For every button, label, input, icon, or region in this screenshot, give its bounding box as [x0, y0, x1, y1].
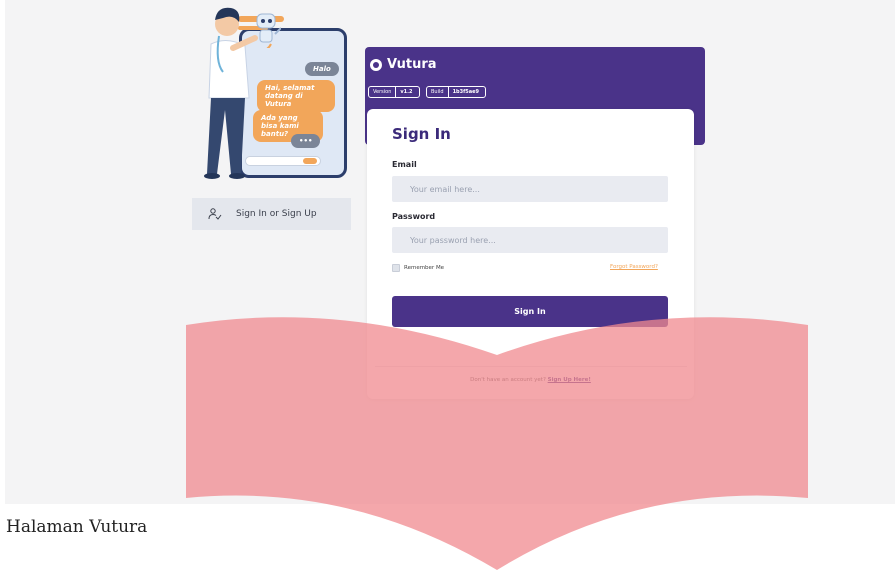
- phone-send-illustration: [303, 158, 317, 164]
- sign-in-button[interactable]: Sign In: [392, 296, 668, 327]
- sidebar-item-label: Sign In or Sign Up: [236, 209, 317, 219]
- chat-bubble-welcome: Hai, selamat datang di Vutura: [257, 80, 335, 113]
- forgot-password-link[interactable]: Forgot Password?: [610, 264, 658, 270]
- chat-bubble-halo: Halo: [305, 62, 339, 77]
- version-key: Version: [373, 89, 392, 95]
- version-badge: Version v1.2: [368, 86, 420, 98]
- remember-checkbox[interactable]: [392, 264, 400, 272]
- version-value: v1.2: [395, 87, 416, 97]
- signup-link[interactable]: Sign Up Here!: [548, 377, 591, 383]
- email-field[interactable]: [392, 176, 668, 202]
- remember-me[interactable]: Remember Me: [392, 264, 444, 272]
- email-label: Email: [392, 160, 417, 169]
- page-title: Sign In: [392, 125, 451, 143]
- user-check-icon: [208, 208, 222, 220]
- chat-illustration: Halo Hai, selamat datang di Vutura Ada y…: [193, 2, 353, 180]
- sidebar-item-sign-in[interactable]: Sign In or Sign Up: [192, 198, 351, 230]
- build-value: 1b3f5ae9: [447, 87, 483, 97]
- sign-in-card: Sign In Email Password Remember Me Forgo…: [367, 109, 694, 399]
- divider: [375, 366, 687, 367]
- robot-illustration: [256, 13, 281, 48]
- caption: Halaman Vutura: [6, 517, 148, 537]
- signup-text: Don't have an account yet?: [470, 377, 546, 383]
- remember-label: Remember Me: [404, 265, 445, 271]
- brand: Vutura: [370, 57, 437, 72]
- typing-indicator: •••: [291, 134, 321, 149]
- vutura-logo-icon: [370, 58, 382, 71]
- signup-prompt: Don't have an account yet? Sign Up Here!: [367, 377, 694, 383]
- password-field[interactable]: [392, 227, 668, 253]
- build-badge: Build 1b3f5ae9: [426, 86, 486, 98]
- build-key: Build: [431, 89, 444, 95]
- brand-name: Vutura: [387, 57, 437, 72]
- password-label: Password: [392, 212, 436, 221]
